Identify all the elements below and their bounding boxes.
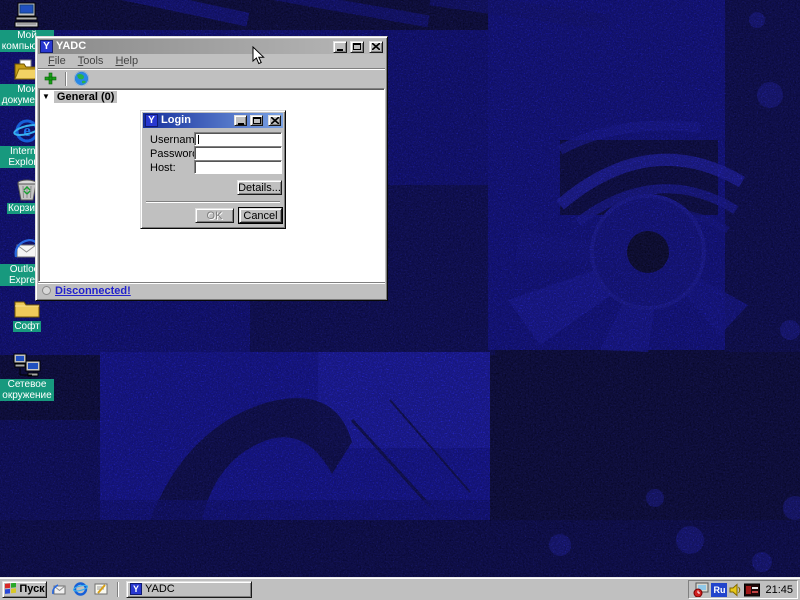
minimize-icon (238, 123, 244, 125)
taskbar: Пуск Y YADC Ru (0, 577, 800, 600)
login-dialog: Y Login Username: Password: Host: Detail… (140, 110, 286, 229)
login-dialog-title: Login (161, 115, 231, 126)
quicklaunch-internet-explorer[interactable] (71, 581, 89, 598)
host-label: Host: (150, 162, 176, 174)
windows-logo-icon (4, 583, 17, 595)
ok-button[interactable]: OK (195, 208, 234, 223)
menu-file[interactable]: File (42, 55, 72, 67)
toolbar-separator (65, 72, 67, 86)
login-maximize-button[interactable] (250, 115, 263, 126)
desktop-icon-label: Сетевое окружение (0, 379, 54, 401)
display-tray-icon[interactable] (744, 583, 760, 597)
internet-explorer-icon (73, 582, 88, 596)
mouse-cursor (252, 46, 265, 65)
start-button-label: Пуск (19, 583, 44, 595)
yadc-toolbar (38, 68, 385, 88)
cancel-button[interactable]: Cancel (239, 208, 282, 223)
dialog-separator (146, 201, 280, 203)
yadc-statusbar: Disconnected! (38, 282, 385, 298)
password-field[interactable] (194, 146, 282, 160)
svg-text:e: e (23, 121, 31, 140)
menu-tools[interactable]: Tools (72, 55, 110, 67)
outlook-express-icon (52, 583, 67, 596)
yadc-titlebar[interactable]: Y YADC (38, 39, 385, 54)
connection-status-icon (42, 286, 51, 295)
quicklaunch-show-desktop[interactable] (92, 581, 110, 598)
system-tray: Ru 21:45 (688, 580, 798, 599)
login-close-button[interactable] (268, 115, 281, 126)
clock[interactable]: 21:45 (765, 584, 793, 596)
login-app-icon: Y (145, 114, 158, 127)
yadc-app-icon: Y (40, 40, 53, 53)
close-button[interactable] (369, 41, 383, 53)
details-button[interactable]: Details... (237, 180, 282, 195)
minimize-icon (337, 49, 343, 51)
yadc-app-icon: Y (130, 583, 142, 595)
my-computer-icon (13, 2, 41, 29)
desktop-icon-soft-folder[interactable]: Софт (0, 296, 54, 332)
close-icon (372, 43, 380, 50)
scheduler-tray-icon[interactable] (693, 582, 709, 597)
yadc-window-title: YADC (56, 41, 330, 52)
hub-group-general[interactable]: ▼ General (0) (40, 90, 383, 104)
start-button[interactable]: Пуск (2, 581, 47, 598)
plus-icon (44, 72, 57, 85)
quicklaunch-outlook-express[interactable] (50, 581, 68, 598)
maximize-icon (253, 117, 261, 124)
connection-status-link[interactable]: Disconnected! (55, 285, 131, 297)
menu-help[interactable]: Help (109, 55, 144, 67)
desktop-icon-label: Софт (13, 321, 40, 332)
network-neighborhood-icon (12, 352, 42, 378)
login-body: Username: Password: Host: Details... OK … (143, 128, 283, 226)
connect-button[interactable] (71, 70, 92, 88)
minimize-button[interactable] (333, 41, 347, 53)
yadc-menubar: File Tools Help (38, 54, 385, 68)
add-hub-button[interactable] (40, 70, 61, 88)
maximize-button[interactable] (350, 41, 364, 53)
close-icon (271, 117, 279, 124)
globe-icon (74, 71, 89, 86)
desktop-icon-network-neighborhood[interactable]: Сетевое окружение (0, 352, 54, 401)
volume-tray-icon[interactable] (729, 583, 742, 597)
language-indicator[interactable]: Ru (711, 583, 727, 597)
hub-group-label: General (0) (54, 91, 117, 103)
host-field[interactable] (194, 160, 282, 174)
username-field[interactable] (194, 132, 282, 146)
collapse-arrow-icon[interactable]: ▼ (42, 93, 50, 101)
taskbar-separator (117, 582, 119, 597)
taskbar-button-yadc[interactable]: Y YADC (126, 581, 252, 598)
maximize-icon (353, 43, 361, 50)
login-titlebar[interactable]: Y Login (143, 113, 283, 128)
taskbar-button-label: YADC (145, 583, 175, 595)
show-desktop-icon (94, 582, 109, 596)
text-caret (198, 135, 199, 144)
login-minimize-button[interactable] (234, 115, 247, 126)
